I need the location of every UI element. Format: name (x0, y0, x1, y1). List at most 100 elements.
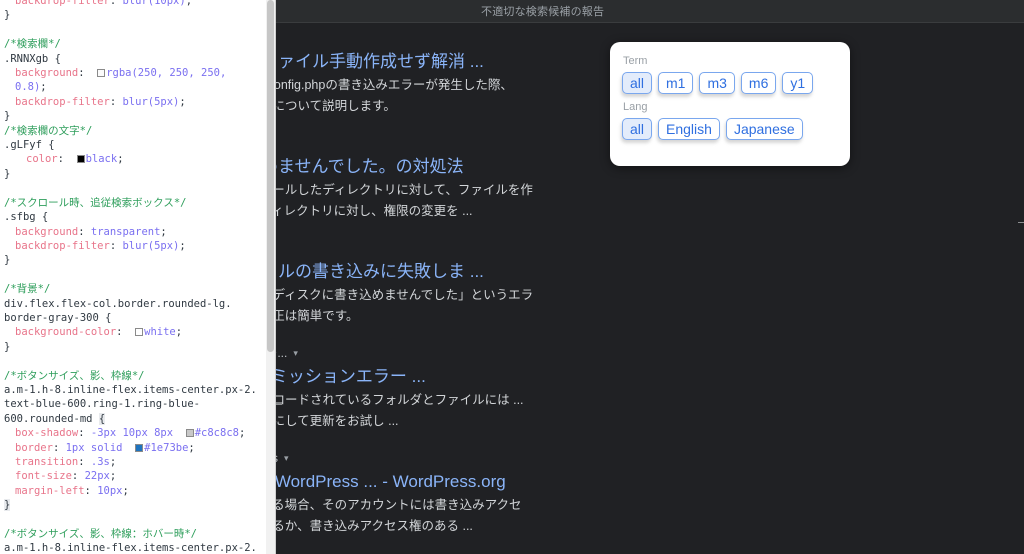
css-line[interactable]: } (4, 340, 264, 354)
screen-root: 不適切な検索候補の報告 Press▾ラーをファイル手動作成せず解消 ...築時に… (0, 0, 1024, 554)
devtools-scrollbar[interactable] (266, 0, 275, 554)
filter-chip-m1[interactable]: m1 (658, 72, 694, 94)
css-line[interactable]: } (4, 253, 264, 267)
filter-group-label-lang: Lang (623, 101, 648, 113)
css-token-punc (173, 427, 186, 439)
css-token-punc: } (4, 340, 11, 353)
css-line[interactable] (4, 513, 264, 527)
css-token-cm: /*ボタンサイズ、影、枠線*/ (4, 369, 145, 382)
css-token-punc: ; (109, 470, 117, 483)
css-token-num: .3s (90, 456, 110, 468)
css-line[interactable]: background-color: white; (4, 325, 264, 339)
css-line[interactable]: a.m-1.h-8.inline-flex.items-center.px-2. (4, 541, 264, 554)
css-line[interactable]: text-blue-600.ring-1.ring-blue-600.round… (4, 397, 264, 426)
css-line[interactable]: /*スクロール時、追従検索ボックス*/ (4, 196, 264, 210)
css-token-punc: ; (40, 81, 47, 94)
css-token-punc: : (71, 470, 85, 483)
css-line[interactable]: .RNNXgb { (4, 52, 264, 66)
css-line[interactable]: color: black; (4, 152, 264, 166)
css-line[interactable]: a.m-1.h-8.inline-flex.items-center.px-2. (4, 383, 264, 397)
css-line[interactable]: /*ボタンサイズ、影、枠線：ホバー時*/ (4, 527, 264, 541)
color-swatch-icon[interactable] (185, 429, 194, 438)
pane-resize-tick-left[interactable] (276, 404, 282, 405)
css-token-val: blur(5px) (122, 239, 180, 252)
css-token-cm: /*検索欄の文字*/ (4, 124, 93, 137)
css-token-punc: : (109, 95, 123, 108)
css-line[interactable]: /*検索欄*/ (4, 37, 264, 51)
css-line[interactable]: div.flex.flex-col.border.rounded-lg. (4, 297, 264, 311)
css-token-punc: ; (179, 239, 186, 252)
css-token-val: blur(10px) (122, 0, 186, 7)
css-token-punc: : (78, 225, 91, 238)
chevron-down-icon[interactable]: ▾ (293, 345, 298, 362)
filter-chip-m6[interactable]: m6 (740, 72, 777, 94)
css-token-punc: } (4, 167, 11, 180)
chevron-down-icon[interactable]: ▾ (284, 450, 289, 467)
css-token-cm: /*検索欄*/ (4, 38, 61, 51)
css-line[interactable]: } (4, 8, 264, 22)
filter-chip-row: all English Japanese (622, 118, 838, 140)
css-line[interactable]: background: rgba(250, 250, 250, 0.8); (4, 66, 264, 95)
header-divider (280, 22, 1024, 23)
css-token-punc: : (78, 67, 98, 80)
css-token-prop: backdrop-filter (15, 0, 110, 7)
css-line[interactable]: backdrop-filter: blur(5px); (4, 239, 264, 253)
css-line[interactable]: margin-left: 10px; (4, 484, 264, 498)
css-token-prop: margin-left (15, 484, 85, 497)
css-line[interactable]: /*背景*/ (4, 282, 264, 296)
css-token-cm: /*ボタンサイズ、影、枠線：ホバー時*/ (4, 528, 197, 541)
css-token-punc: : (109, 239, 123, 252)
pane-resize-tick-right[interactable] (1018, 222, 1024, 223)
devtools-styles-pane[interactable]: backdrop-filter: blur(10px);} /*検索欄*/.RN… (0, 0, 276, 554)
css-token-punc: ; (122, 484, 129, 497)
css-line[interactable]: } (4, 498, 264, 512)
css-line[interactable] (4, 181, 264, 195)
css-line[interactable]: .gLFyf { (4, 138, 264, 152)
color-swatch-icon[interactable] (97, 69, 106, 78)
filter-popover[interactable]: Term all m1 m3 m6 y1 Lang all English Japanese (610, 42, 850, 166)
css-line[interactable]: } (4, 167, 264, 181)
css-line[interactable]: font-size: 22px; (4, 469, 264, 483)
css-line[interactable]: background: transparent; (4, 225, 264, 239)
css-rules-editor[interactable]: backdrop-filter: blur(10px);} /*検索欄*/.RN… (0, 0, 268, 554)
css-token-punc: } (4, 110, 11, 123)
css-line[interactable] (4, 268, 264, 282)
css-line[interactable]: .sfbg { (4, 210, 264, 224)
css-token-punc: ; (185, 0, 193, 7)
css-token-val: blur(5px) (122, 95, 180, 108)
css-token-val: solid (90, 441, 123, 454)
css-line[interactable]: transition: .3s; (4, 455, 264, 469)
css-token-prop: font-size (15, 470, 72, 483)
css-token-punc: ; (179, 95, 186, 108)
css-token-punc: } (4, 9, 11, 22)
css-line[interactable] (4, 354, 264, 368)
css-line[interactable]: backdrop-filter: blur(5px); (4, 95, 264, 109)
css-token-val: #1e73be (144, 441, 189, 454)
css-line[interactable]: /*ボタンサイズ、影、枠線*/ (4, 369, 264, 383)
css-line[interactable]: border: 1px solid #1e73be; (4, 441, 264, 455)
css-token-prop: backdrop-filter (15, 239, 110, 252)
filter-chip-m3[interactable]: m3 (699, 72, 735, 94)
css-line[interactable]: box-shadow: -3px 10px 8px #c8c8c8; (4, 426, 264, 440)
css-token-sel: .gLFyf { (4, 139, 55, 152)
filter-chip-y1[interactable]: y1 (782, 72, 814, 94)
color-swatch-icon[interactable] (76, 155, 85, 164)
report-inappropriate-predictions-link[interactable]: 不適切な検索候補の報告 (481, 3, 604, 19)
css-token-prop: backdrop-filter (15, 95, 110, 108)
filter-chip-english[interactable]: English (658, 118, 720, 140)
css-token-cm: /*スクロール時、追従検索ボックス*/ (4, 196, 187, 209)
css-line[interactable]: } (4, 109, 264, 123)
css-line[interactable]: /*検索欄の文字*/ (4, 124, 264, 138)
css-line[interactable]: border-gray-300 { (4, 311, 264, 325)
color-swatch-icon[interactable] (135, 443, 144, 452)
css-line[interactable] (4, 23, 264, 37)
css-line[interactable]: backdrop-filter: blur(10px); (4, 0, 264, 8)
css-token-punc: ; (188, 441, 195, 454)
css-token-prop: background (15, 225, 79, 238)
scrollbar-thumb[interactable] (267, 0, 274, 352)
css-token-punc: : (116, 326, 136, 339)
filter-chip-japanese[interactable]: Japanese (725, 118, 803, 140)
filter-chip-all[interactable]: all (622, 118, 653, 140)
filter-chip-all[interactable]: all (622, 72, 653, 94)
color-swatch-icon[interactable] (135, 328, 144, 337)
